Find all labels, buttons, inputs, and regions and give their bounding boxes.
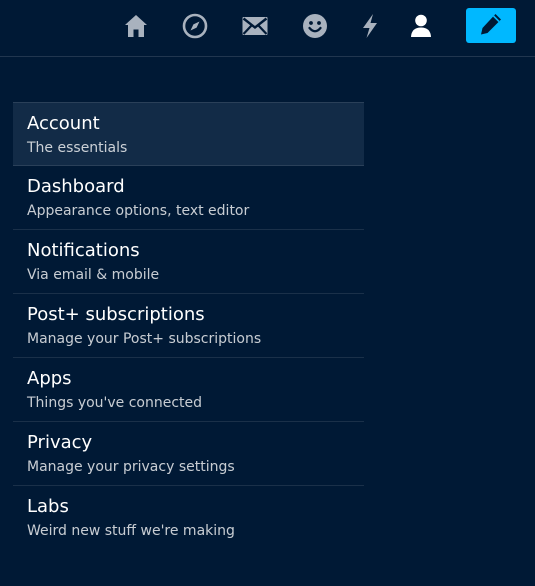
settings-item-title: Apps <box>27 368 72 389</box>
settings-item-post-subscriptions[interactable]: Post+ subscriptions Manage your Post+ sub… <box>13 294 364 358</box>
settings-item-privacy[interactable]: Privacy Manage your privacy settings <box>13 422 364 486</box>
settings-item-subtitle: Manage your Post+ subscriptions <box>27 331 262 347</box>
lightning-icon[interactable] <box>356 12 384 40</box>
settings-item-account[interactable]: Account The essentials <box>13 102 364 166</box>
settings-item-title: Account <box>27 113 100 134</box>
explore-icon[interactable] <box>181 12 209 40</box>
activity-icon[interactable] <box>301 12 329 40</box>
home-icon[interactable] <box>122 12 150 40</box>
top-navigation-bar <box>0 0 535 57</box>
settings-item-labs[interactable]: Labs Weird new stuff we're making <box>13 486 364 550</box>
compose-post-button[interactable] <box>466 8 516 43</box>
settings-item-subtitle: Via email & mobile <box>27 267 160 283</box>
settings-item-subtitle: The essentials <box>27 140 128 156</box>
settings-item-title: Privacy <box>27 432 93 453</box>
settings-item-title: Notifications <box>27 240 140 261</box>
settings-menu: Account The essentials Dashboard Appearance… <box>13 102 364 550</box>
settings-item-dashboard[interactable]: Dashboard Appearance options, text editor <box>13 166 364 230</box>
settings-item-title: Dashboard <box>27 176 125 197</box>
settings-item-subtitle: Things you've connected <box>27 395 203 411</box>
settings-item-title: Post+ subscriptions <box>27 304 205 325</box>
settings-item-subtitle: Weird new stuff we're making <box>27 523 235 539</box>
settings-item-notifications[interactable]: Notifications Via email & mobile <box>13 230 364 294</box>
inbox-icon[interactable] <box>241 12 269 40</box>
pencil-icon <box>478 11 504 41</box>
settings-item-subtitle: Manage your privacy settings <box>27 459 235 475</box>
settings-item-title: Labs <box>27 496 69 517</box>
account-icon[interactable] <box>407 12 435 40</box>
settings-item-subtitle: Appearance options, text editor <box>27 203 250 219</box>
settings-item-apps[interactable]: Apps Things you've connected <box>13 358 364 422</box>
